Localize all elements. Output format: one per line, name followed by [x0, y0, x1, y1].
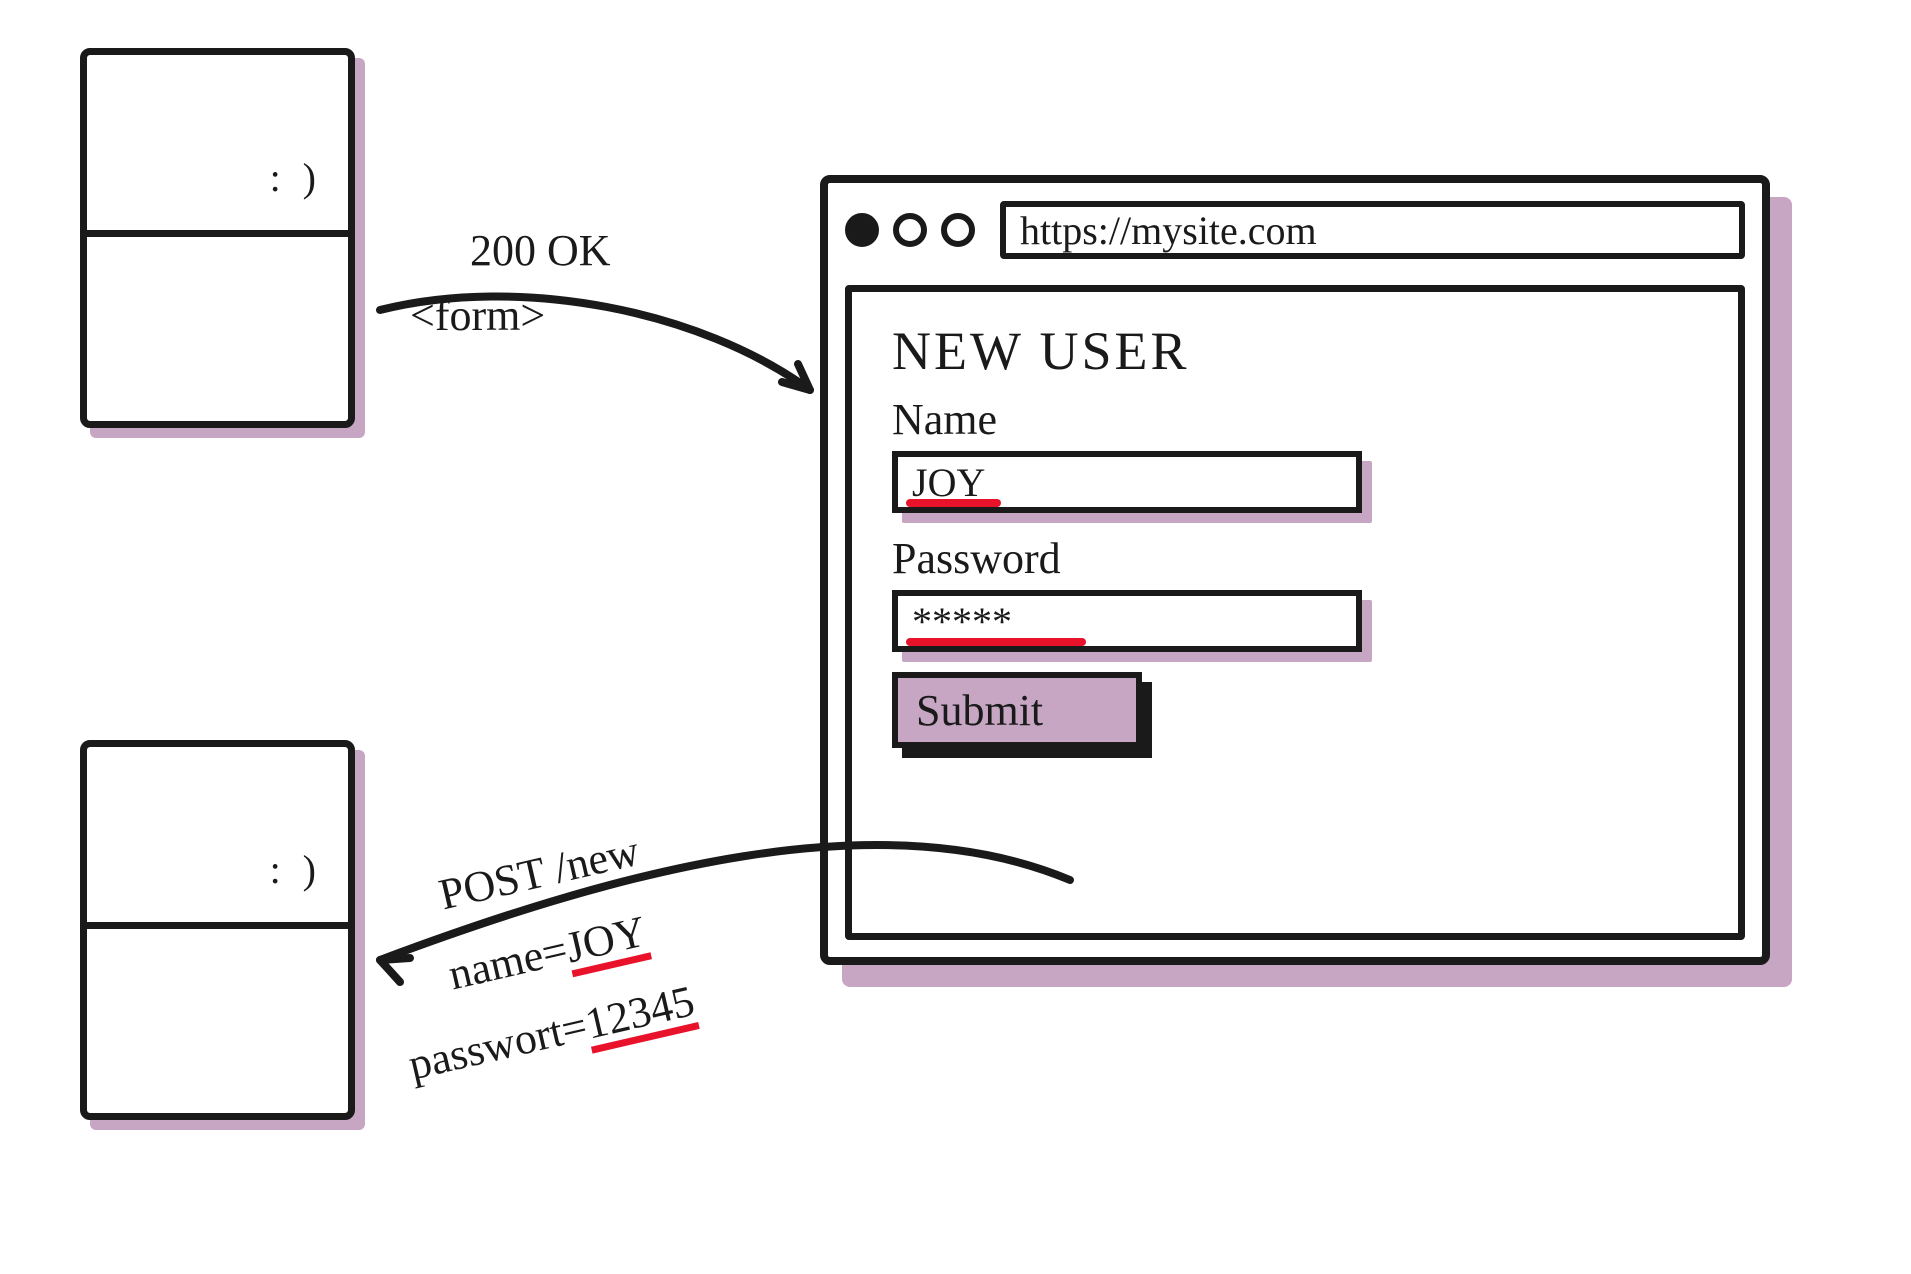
browser-viewport: NEW USER Name JOY Password ***** Submit — [845, 285, 1745, 940]
response-status-label: 200 OK — [470, 225, 611, 276]
smiley-icon: : ) — [270, 846, 322, 893]
server-top: : ) — [80, 48, 355, 428]
request-param-password: passwort=12345 — [404, 975, 700, 1094]
submit-button[interactable]: Submit — [892, 672, 1142, 748]
request-method-label: POST /new — [434, 825, 644, 920]
name-label: Name — [892, 394, 1698, 445]
server-bottom: : ) — [80, 740, 355, 1120]
smiley-icon: : ) — [270, 154, 322, 201]
address-bar-text: https://mysite.com — [1020, 207, 1317, 254]
browser-window: https://mysite.com NEW USER Name JOY Pas… — [820, 175, 1770, 965]
form-title: NEW USER — [892, 320, 1698, 382]
password-input[interactable]: ***** — [892, 590, 1362, 652]
window-controls-icon — [845, 213, 975, 247]
browser-titlebar: https://mysite.com — [845, 195, 1745, 265]
password-label: Password — [892, 533, 1698, 584]
name-input[interactable]: JOY — [892, 451, 1362, 513]
submit-button-label: Submit — [916, 685, 1043, 736]
address-bar[interactable]: https://mysite.com — [1000, 201, 1745, 259]
response-body-label: <form> — [410, 290, 545, 341]
